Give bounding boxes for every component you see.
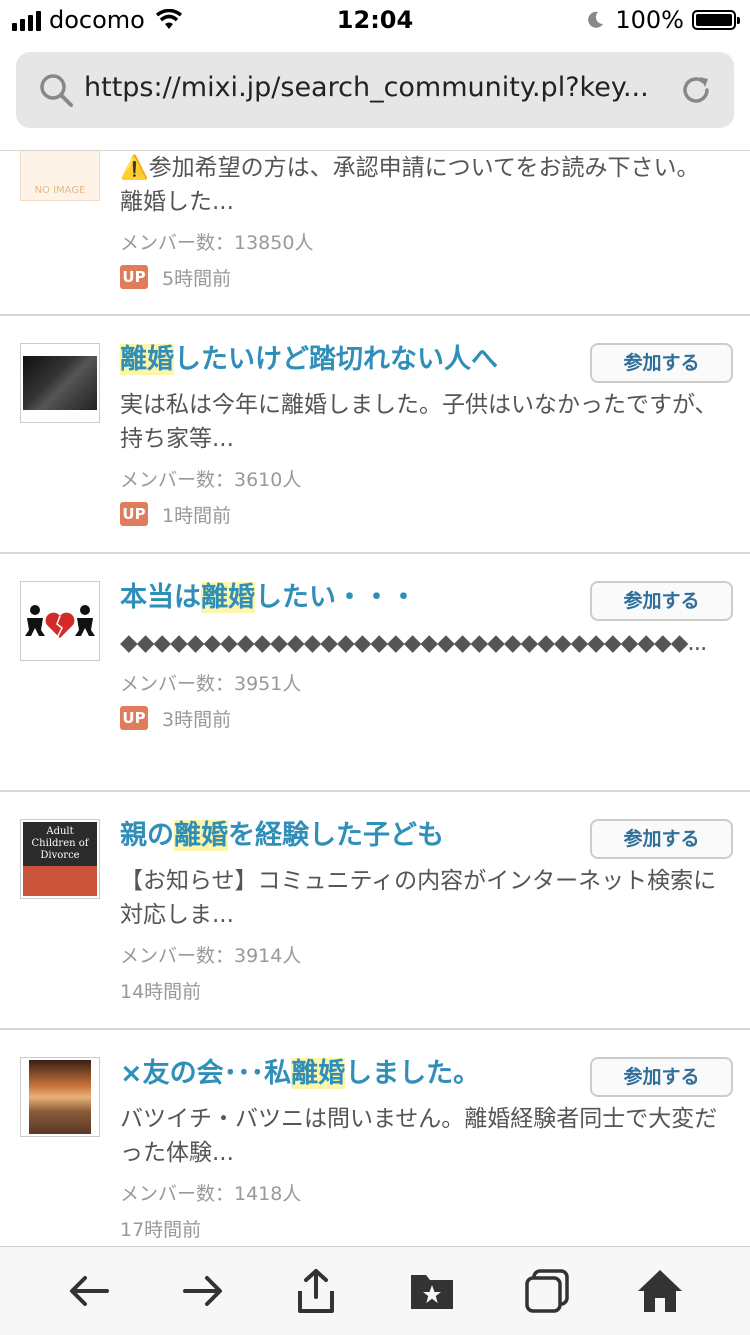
update-row: 17時間前 [120,1214,725,1242]
keyword-highlight: 離婚 [120,344,174,375]
home-icon[interactable] [636,1267,684,1315]
update-row: UP 1時間前 [120,500,725,528]
community-thumbnail[interactable] [20,343,100,423]
update-time: 14時間前 [120,980,202,1003]
community-item[interactable]: NO IMAGE ⚠️参加希望の方は、承認申請についてをお読み下さい。離婚した.… [0,151,750,316]
keyword-highlight: 離婚 [174,820,228,851]
update-time: 1時間前 [162,504,232,527]
community-item[interactable]: Adult Children of Divorce 親の離婚を経験した子ども 【… [0,792,750,1030]
battery-percent: 100% [615,6,684,34]
keyword-highlight: 離婚 [201,582,255,613]
member-count: メンバー数：3610人 [120,469,302,491]
up-badge: UP [120,502,148,526]
browser-toolbar [0,1246,750,1335]
community-title[interactable]: 親の離婚を経験した子ども [120,816,585,856]
join-button[interactable]: 参加する [590,343,733,383]
community-title[interactable]: ×友の会･･･私離婚しました。 [120,1054,585,1094]
community-description: 実は私は今年に離婚しました。子供はいなかったですが、持ち家等... [120,392,718,452]
member-count: メンバー数：13850人 [120,232,314,254]
update-row: 14時間前 [120,976,725,1004]
community-thumbnail[interactable] [20,1057,100,1137]
community-description: バツイチ・バツニは問いません。離婚経験者同士で大変だった体験... [120,1106,718,1166]
update-time: 5時間前 [162,267,232,290]
update-time: 17時間前 [120,1218,202,1241]
heart-figures-icon [25,605,95,638]
address-bar[interactable]: https://mixi.jp/search_community.pl?key.… [16,52,734,128]
community-item[interactable]: 離婚したいけど踏切れない人へ 実は私は今年に離婚しました。子供はいなかったですが… [0,316,750,554]
search-icon [40,74,73,107]
update-row: UP 5時間前 [120,263,725,291]
community-thumbnail[interactable]: NO IMAGE [20,151,100,201]
no-image-label: NO IMAGE [34,185,86,196]
join-button[interactable]: 参加する [590,581,733,621]
community-list: NO IMAGE ⚠️参加希望の方は、承認申請についてをお読み下さい。離婚した.… [0,151,750,1246]
status-bar: docomo 12:04 100% [0,0,750,40]
community-item[interactable]: 本当は離婚したい・・・ ◆◆◆◆◆◆◆◆◆◆◆◆◆◆◆◆◆◆◆◆◆◆◆◆◆◆◆◆… [0,554,750,792]
join-button[interactable]: 参加する [590,1057,733,1097]
arrow-left-icon[interactable] [65,1267,113,1315]
community-thumbnail[interactable]: Adult Children of Divorce [20,819,100,899]
book-title: Adult Children of Divorce [23,822,97,866]
community-description: ⚠️参加希望の方は、承認申請についてをお読み下さい。離婚した... [120,155,700,215]
community-title[interactable]: 離婚したいけど踏切れない人へ [120,340,585,380]
community-description: ◆◆◆◆◆◆◆◆◆◆◆◆◆◆◆◆◆◆◆◆◆◆◆◆◆◆◆◆◆◆◆◆◆◆... [120,630,707,656]
member-count: メンバー数：3914人 [120,945,302,967]
browser-header: https://mixi.jp/search_community.pl?key.… [0,40,750,151]
bookmark-star-icon[interactable] [408,1267,456,1315]
battery-icon [692,10,740,30]
update-row: UP 3時間前 [120,704,725,732]
up-badge: UP [120,265,148,289]
tabs-icon[interactable] [523,1267,571,1315]
share-icon[interactable] [292,1267,340,1315]
arrow-right-icon[interactable] [179,1267,227,1315]
status-right: 100% [585,6,740,34]
reload-icon[interactable] [678,72,714,108]
keyword-highlight: 離婚 [291,1058,346,1089]
url-text[interactable]: https://mixi.jp/search_community.pl?key.… [84,72,664,103]
community-thumbnail[interactable] [20,581,100,661]
moon-icon [588,11,604,28]
community-item[interactable]: ×友の会･･･私離婚しました。 バツイチ・バツニは問いません。離婚経験者同士で大… [0,1030,750,1246]
up-badge: UP [120,706,148,730]
join-button[interactable]: 参加する [590,819,733,859]
update-time: 3時間前 [162,708,232,731]
community-title[interactable]: 本当は離婚したい・・・ [120,578,585,618]
member-count: メンバー数：3951人 [120,673,302,695]
community-description: 【お知らせ】コミュニティの内容がインターネット検索に対応しま... [120,868,717,928]
member-count: メンバー数：1418人 [120,1183,302,1205]
